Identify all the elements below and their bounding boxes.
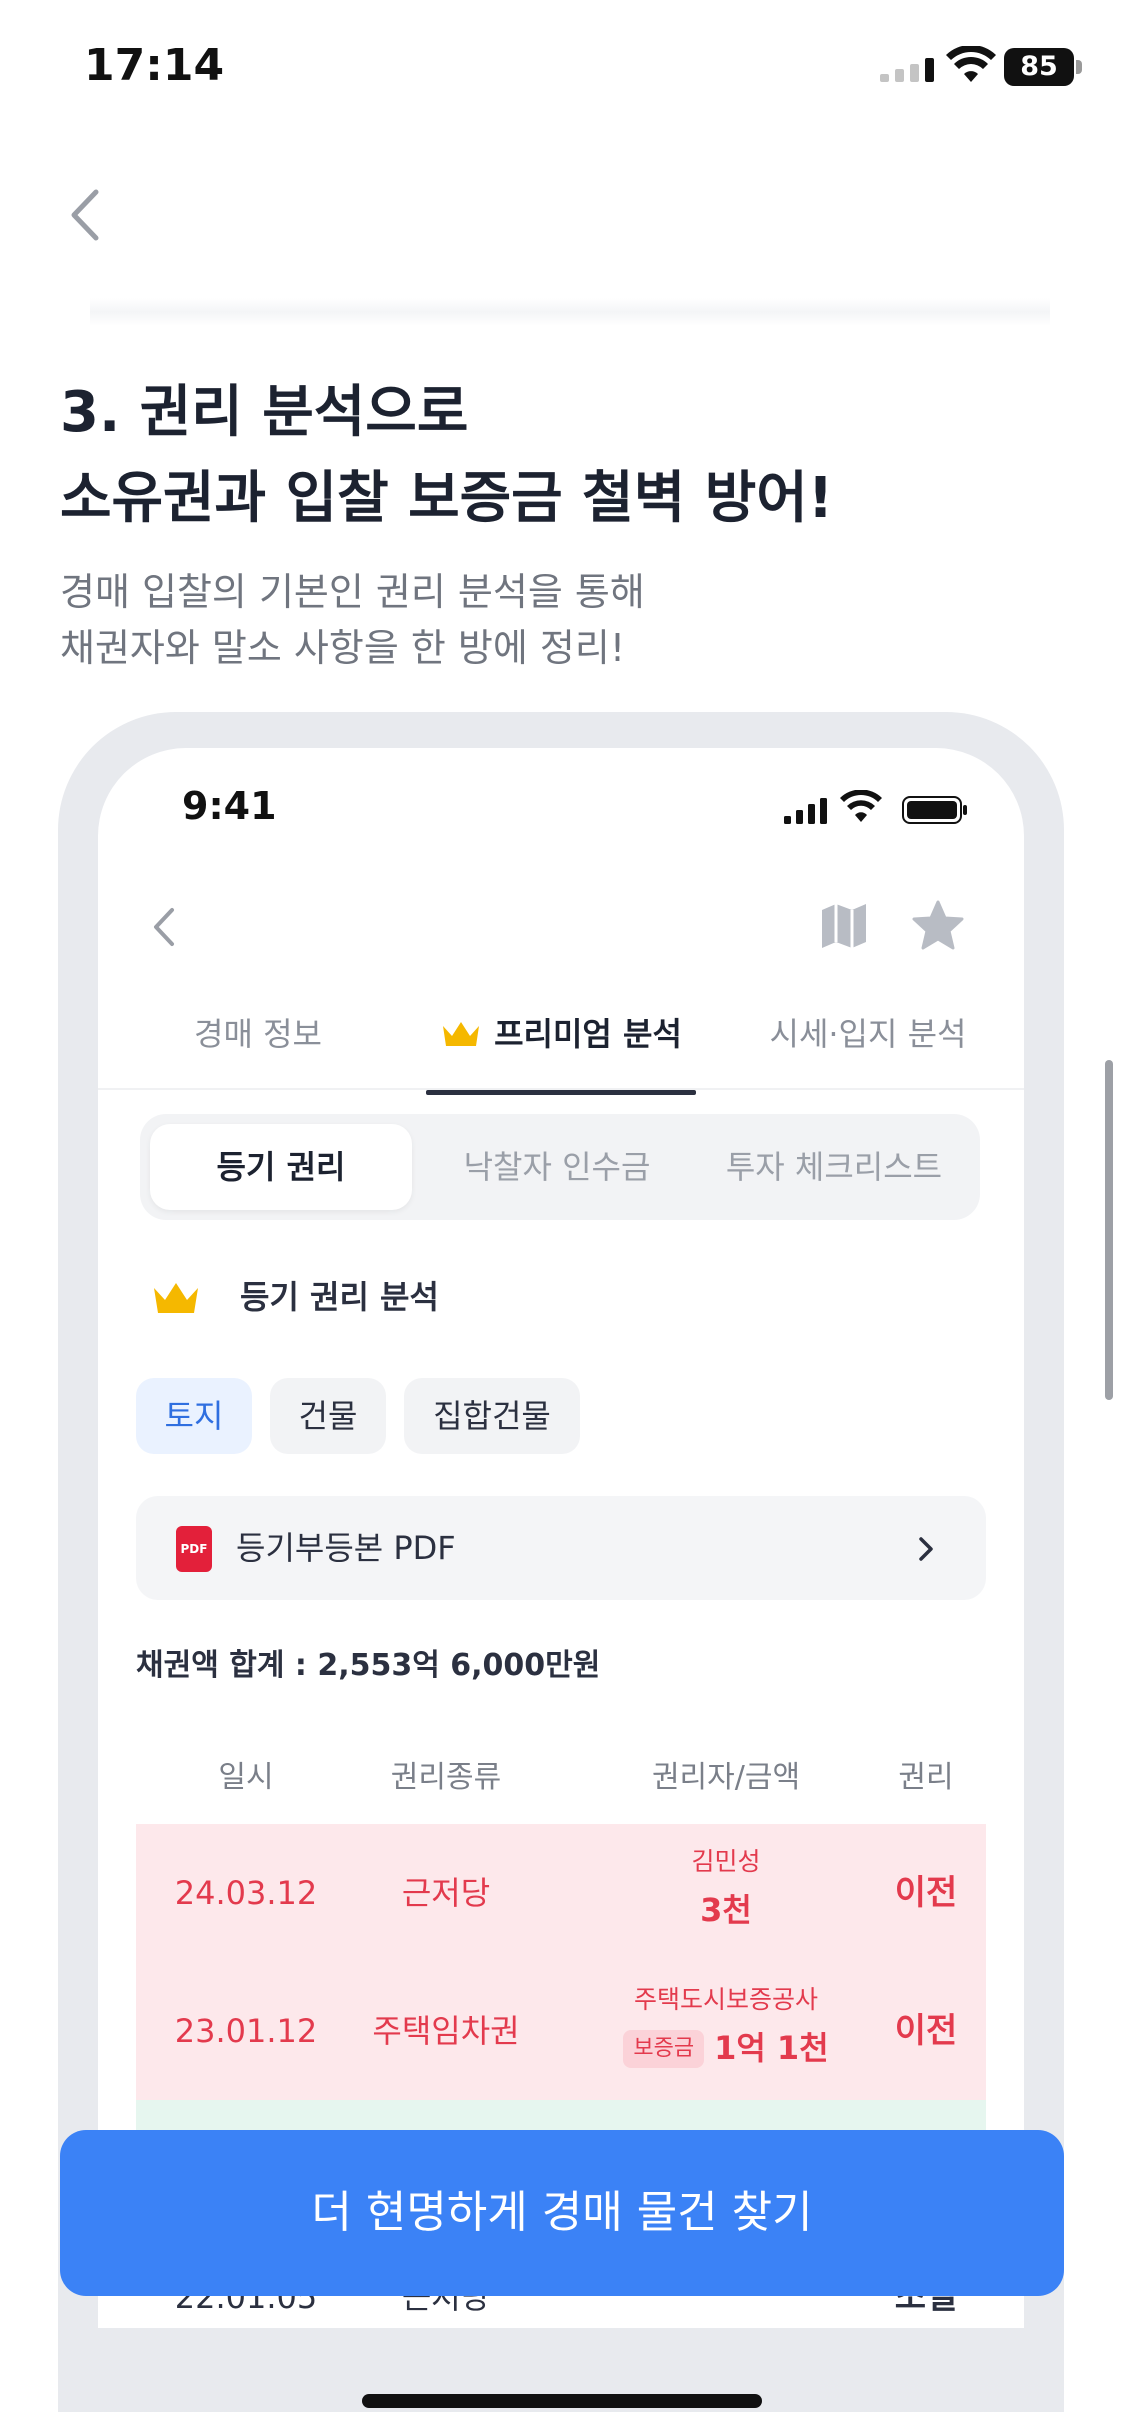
subtext-line-1: 경매 입찰의 기본인 권리 분석을 통해: [60, 570, 645, 614]
find-auction-button[interactable]: 더 현명하게 경매 물건 찾기: [60, 2130, 1064, 2296]
row-holder-amount: 주택도시보증공사 보증금 1억 1천: [576, 1980, 876, 2076]
pdf-icon: PDF: [176, 1526, 212, 1572]
subtext: 경매 입찰의 기본인 권리 분석을 통해 채권자와 말소 사항을 한 방에 정리…: [60, 564, 645, 676]
deposit-badge: 보증금: [623, 2030, 705, 2068]
status-bar: 17:14 85: [0, 0, 1125, 140]
section-title: 등기 권리 분석: [240, 1278, 439, 1316]
row-holder: 주택도시보증공사: [633, 1985, 818, 2014]
headline: 3. 권리 분석으로 소유권과 입찰 보증금 철벽 방어!: [60, 370, 833, 542]
header-divider: [90, 298, 1050, 326]
cellular-signal-icon: [880, 58, 934, 82]
row-holder-amount: 김민성 3천: [576, 1842, 876, 1938]
segment-investment-checklist[interactable]: 투자 체크리스트: [696, 1124, 972, 1210]
chip-land[interactable]: 토지: [136, 1378, 252, 1454]
mockup-tab-bar: 경매 정보 프리미엄 분석 시세·입지 분석: [98, 994, 1024, 1090]
registry-pdf-row[interactable]: PDF 등기부등본 PDF: [136, 1496, 986, 1600]
row-status: 이전: [894, 1873, 958, 1913]
header-right: 권리: [898, 1760, 954, 1795]
segment-registry-rights[interactable]: 등기 권리: [150, 1124, 412, 1210]
active-tab-indicator: [426, 1090, 696, 1095]
back-chevron-icon[interactable]: [56, 180, 116, 250]
segmented-control: 등기 권리 낙찰자 인수금 투자 체크리스트: [140, 1114, 980, 1220]
home-indicator[interactable]: [362, 2394, 762, 2408]
crown-icon: [443, 1022, 480, 1046]
star-icon[interactable]: [910, 898, 966, 954]
mockup-status-time: 9:41: [182, 784, 277, 828]
row-amount: 3천: [700, 1891, 752, 1929]
row-type: 근저당: [401, 1874, 491, 1912]
row-amount-line: 보증금 1억 1천: [576, 2020, 876, 2076]
pdf-label: 등기부등본 PDF: [236, 1529, 456, 1567]
mockup-signal-icon: [784, 798, 827, 824]
map-icon[interactable]: [818, 900, 870, 952]
status-time: 17:14: [84, 40, 225, 91]
table-row[interactable]: 24.03.12 근저당 김민성 3천 이전: [136, 1824, 986, 1962]
mockup-battery-icon: [902, 796, 967, 824]
row-amount: 1억 1천: [714, 2029, 829, 2067]
scrollbar[interactable]: [1105, 1060, 1113, 1400]
row-type: 주택임차권: [372, 2012, 520, 2050]
battery-icon: 85: [1004, 48, 1082, 86]
crown-icon: [154, 1283, 198, 1313]
table-row[interactable]: 23.01.12 주택임차권 주택도시보증공사 보증금 1억 1천 이전: [136, 1962, 986, 2100]
claim-total: 채권액 합계 : 2,553억 6,000만원: [136, 1648, 601, 1683]
subtext-line-2: 채권자와 말소 사항을 한 방에 정리!: [60, 626, 626, 670]
chip-collective-building[interactable]: 집합건물: [404, 1378, 580, 1454]
wifi-icon: [946, 46, 996, 82]
header-date: 일시: [218, 1760, 274, 1795]
tab-price-location[interactable]: 시세·입지 분석: [738, 994, 998, 1090]
headline-line-1: 3. 권리 분석으로: [60, 380, 469, 445]
row-date: 24.03.12: [174, 1874, 318, 1912]
header-right-type: 권리종류: [390, 1760, 502, 1795]
row-holder: 김민성: [691, 1847, 761, 1876]
row-status: 이전: [894, 2011, 958, 2051]
tab-premium-analysis-label: 프리미엄 분석: [494, 1015, 682, 1053]
tab-auction-info[interactable]: 경매 정보: [138, 994, 378, 1090]
chevron-right-icon: [919, 1537, 933, 1561]
table-header: 일시 권리종류 권리자/금액 권리: [136, 1738, 986, 1818]
header-holder-amount: 권리자/금액: [651, 1760, 801, 1795]
chip-building[interactable]: 건물: [270, 1378, 386, 1454]
tab-premium-analysis[interactable]: 프리미엄 분석: [416, 994, 706, 1090]
row-date: 23.01.12: [174, 2012, 318, 2050]
segment-winner-assumption[interactable]: 낙찰자 인수금: [422, 1124, 692, 1210]
battery-level: 85: [1004, 48, 1074, 86]
headline-line-2: 소유권과 입찰 보증금 철벽 방어!: [60, 466, 834, 531]
phone-mockup-screen: 9:41 경매 정보 프리미엄 분석 시세·입지 분석 등기 권리 낙찰자 인수…: [98, 748, 1024, 2328]
mockup-back-icon[interactable]: [144, 900, 184, 954]
mockup-wifi-icon: [840, 790, 882, 822]
